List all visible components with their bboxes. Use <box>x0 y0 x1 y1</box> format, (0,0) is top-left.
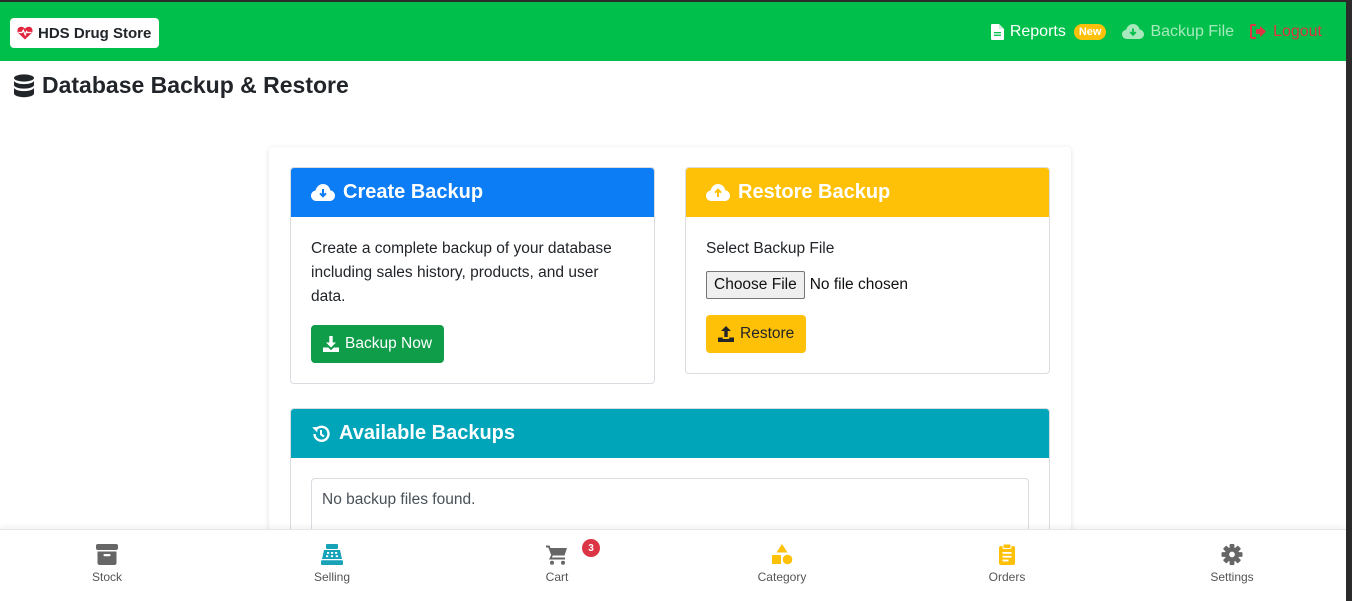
nav-stock[interactable]: Stock <box>47 530 167 601</box>
logout-link[interactable]: Logout <box>1250 23 1322 41</box>
shapes-icon <box>772 544 793 565</box>
nav-category[interactable]: Category <box>722 530 842 601</box>
create-backup-title: Create Backup <box>343 181 484 203</box>
nav-selling[interactable]: Selling <box>272 530 392 601</box>
backup-file-label: Backup File <box>1150 22 1235 40</box>
nav-settings-label: Settings <box>1210 570 1254 584</box>
bottom-nav: Stock Selling Cart 3 Category Orders Set… <box>0 529 1346 601</box>
file-status: No file chosen <box>809 276 908 293</box>
select-file-label: Select Backup File <box>706 240 835 257</box>
archive-icon <box>96 544 118 565</box>
database-icon <box>14 73 34 97</box>
history-icon <box>312 425 330 442</box>
nav-settings[interactable]: Settings <box>1172 530 1292 601</box>
nav-cart-label: Cart <box>545 570 569 584</box>
cash-register-icon <box>321 544 343 565</box>
nav-selling-label: Selling <box>313 570 351 584</box>
reports-label: Reports <box>1009 22 1066 40</box>
sign-out-icon <box>1250 24 1267 39</box>
navbar-links: Reports New Backup File Logout <box>990 2 1322 61</box>
create-backup-card: Create Backup Create a complete backup o… <box>290 167 655 384</box>
cloud-download-icon <box>1122 24 1145 39</box>
page-title-text: Database Backup & Restore <box>42 72 349 98</box>
restore-backup-header: Restore Backup <box>686 168 1049 217</box>
top-navbar: HDS Drug Store Reports New Backup File L… <box>0 2 1346 61</box>
clipboard-icon <box>999 544 1015 565</box>
nav-orders[interactable]: Orders <box>947 530 1067 601</box>
create-backup-header: Create Backup <box>291 168 654 217</box>
create-backup-body: Create a complete backup of your databas… <box>291 217 654 383</box>
upload-icon <box>718 326 734 342</box>
available-backups-header: Available Backups <box>291 409 1049 458</box>
cloud-download-icon <box>311 184 335 201</box>
window-edge-right <box>1346 0 1352 601</box>
nav-cart[interactable]: Cart 3 <box>497 530 617 601</box>
brand-name: HDS Drug Store <box>38 24 152 42</box>
restore-button[interactable]: Restore <box>706 315 807 353</box>
backup-file-link[interactable]: Backup File <box>1122 23 1234 41</box>
download-icon <box>323 336 339 352</box>
page-title: Database Backup & Restore <box>13 72 349 99</box>
logout-label: Logout <box>1273 22 1322 40</box>
heart-pulse-icon <box>17 26 33 40</box>
brand-logo[interactable]: HDS Drug Store <box>10 18 160 48</box>
backup-now-label: Backup Now <box>345 335 433 352</box>
cart-count-badge: 3 <box>582 539 600 557</box>
new-badge: New <box>1073 23 1107 40</box>
create-backup-description: Create a complete backup of your databas… <box>311 240 612 305</box>
cloud-upload-icon <box>706 184 730 201</box>
nav-stock-label: Stock <box>91 570 122 584</box>
file-input: Choose File No file chosen <box>706 271 1029 299</box>
restore-backup-body: Select Backup File Choose File No file c… <box>686 217 1049 373</box>
choose-file-button[interactable]: Choose File <box>706 271 805 299</box>
gear-icon <box>1221 544 1243 565</box>
reports-link[interactable]: Reports New <box>990 22 1107 41</box>
available-backups-card: Available Backups No backup files found. <box>290 408 1050 538</box>
file-text-icon <box>990 23 1004 40</box>
restore-label: Restore <box>740 325 795 342</box>
nav-orders-label: Orders <box>988 570 1026 584</box>
backup-now-button[interactable]: Backup Now <box>311 325 445 363</box>
cart-icon <box>546 545 567 565</box>
available-backups-title: Available Backups <box>339 422 516 444</box>
restore-backup-title: Restore Backup <box>738 181 891 203</box>
restore-backup-card: Restore Backup Select Backup File Choose… <box>685 167 1050 374</box>
nav-category-label: Category <box>757 570 807 584</box>
